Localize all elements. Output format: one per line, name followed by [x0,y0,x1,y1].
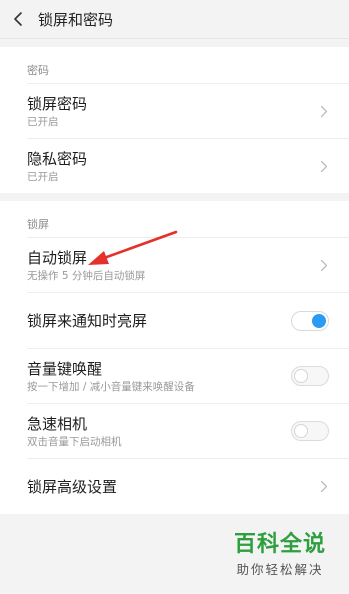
chevron-right-icon [319,480,329,494]
row-text: 锁屏密码 已开启 [27,94,319,129]
row-lockscreen-password[interactable]: 锁屏密码 已开启 [27,83,349,138]
row-text: 锁屏来通知时亮屏 [27,311,291,331]
row-sublabel: 双击音量下启动相机 [27,435,122,448]
row-volume-key-wake[interactable]: 音量键唤醒 按一下增加 / 减小音量键来唤醒设备 [27,348,349,403]
watermark-subtitle: 助你轻松解决 [236,562,324,577]
toggle-knob [312,313,326,328]
toggle-switch-on[interactable] [291,310,329,331]
row-privacy-password[interactable]: 隐私密码 已开启 [27,138,349,193]
row-sublabel: 已开启 [27,170,59,183]
back-button[interactable] [0,0,36,39]
row-text: 隐私密码 已开启 [27,149,319,184]
row-sublabel: 无操作 5 分钟后自动锁屏 [27,269,146,282]
row-label: 音量键唤醒 [27,359,103,378]
row-label: 隐私密码 [27,149,88,168]
row-text: 音量键唤醒 按一下增加 / 减小音量键来唤醒设备 [27,359,291,394]
row-auto-lock[interactable]: 自动锁屏 无操作 5 分钟后自动锁屏 [27,237,349,292]
title-bar: 锁屏和密码 [0,0,349,39]
chevron-right-icon [319,104,329,118]
row-label: 急速相机 [27,414,88,433]
section-title-lockscreen: 锁屏 [27,218,49,231]
row-sublabel: 已开启 [27,115,59,128]
watermark-title: 百科全说 [233,532,326,557]
row-wake-on-notification[interactable]: 锁屏来通知时亮屏 [27,292,349,348]
toggle-knob [294,424,308,438]
chevron-left-icon [14,12,22,26]
row-text: 急速相机 双击音量下启动相机 [27,414,291,449]
section-title-password: 密码 [27,64,49,77]
row-label: 锁屏高级设置 [27,477,118,496]
chevron-right-icon [319,258,329,272]
row-label: 自动锁屏 [27,248,88,267]
section-lockscreen: 锁屏 自动锁屏 无操作 5 分钟后自动锁屏 锁屏来通知时亮屏 音量键唤醒 按一下… [0,201,349,514]
row-label: 锁屏密码 [27,94,88,113]
toggle-knob [294,369,308,383]
toggle-switch-off[interactable] [291,366,329,386]
row-advanced-lock-settings[interactable]: 锁屏高级设置 [27,458,349,514]
section-password: 密码 锁屏密码 已开启 隐私密码 已开启 [0,47,349,193]
row-text: 自动锁屏 无操作 5 分钟后自动锁屏 [27,248,319,283]
row-text: 锁屏高级设置 [27,477,319,497]
chevron-right-icon [319,159,329,173]
toggle-switch-off[interactable] [291,421,329,441]
settings-page: 锁屏和密码 密码 锁屏密码 已开启 隐私密码 已开启 锁屏 自动锁屏 无操作 5… [0,0,349,594]
row-sublabel: 按一下增加 / 减小音量键来唤醒设备 [27,380,195,393]
page-title: 锁屏和密码 [38,10,114,29]
row-quick-camera[interactable]: 急速相机 双击音量下启动相机 [27,403,349,458]
watermark-logo: 百科全说 助你轻松解决 [221,531,339,587]
row-label: 锁屏来通知时亮屏 [27,311,148,330]
